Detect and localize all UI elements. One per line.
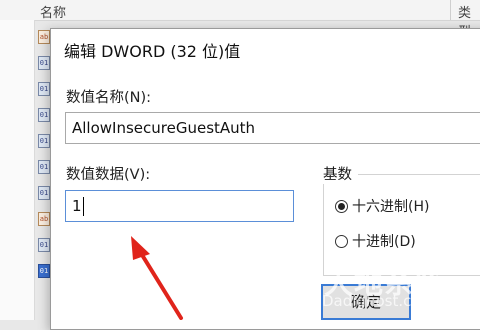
arrow-shaft <box>137 248 183 320</box>
arrow-head-icon <box>131 236 150 260</box>
watermark-logo-icon <box>260 271 306 317</box>
watermark-text-en: Dadighost.com <box>322 292 436 310</box>
